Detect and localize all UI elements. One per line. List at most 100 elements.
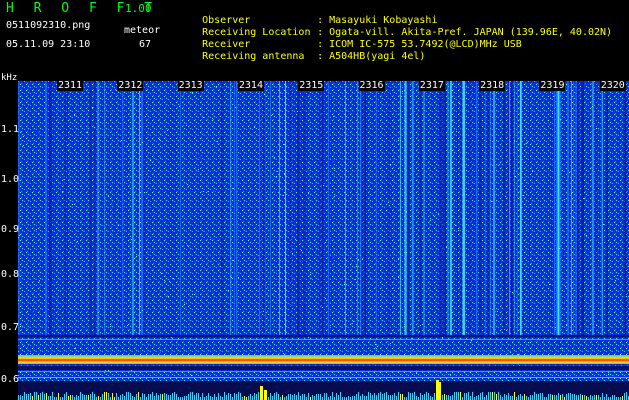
noise-pixel xyxy=(550,291,551,292)
noise-pixel xyxy=(512,292,513,293)
noise-pixel xyxy=(70,180,71,181)
noise-pixel xyxy=(402,294,403,295)
noise-pixel xyxy=(64,179,65,180)
noise-pixel xyxy=(122,136,123,137)
streak xyxy=(529,81,530,335)
streak xyxy=(557,81,558,335)
noise-pixel xyxy=(36,172,37,173)
power-bar xyxy=(38,395,39,400)
power-bar xyxy=(42,392,43,400)
noise-pixel xyxy=(40,150,41,151)
power-bar xyxy=(176,394,177,400)
power-bar xyxy=(138,392,139,400)
noise-pixel xyxy=(254,127,255,128)
noise-pixel xyxy=(589,306,590,307)
noise-pixel xyxy=(379,203,380,204)
noise-pixel xyxy=(26,328,27,329)
noise-pixel xyxy=(520,207,521,208)
noise-pixel xyxy=(23,145,24,146)
noise-pixel xyxy=(217,240,218,241)
noise-pixel xyxy=(94,127,95,128)
noise-pixel xyxy=(307,170,308,171)
power-bar xyxy=(422,395,423,400)
noise-pixel xyxy=(52,92,53,93)
noise-pixel xyxy=(406,211,407,212)
streak xyxy=(624,81,625,335)
x-tick-label: 2319 xyxy=(539,80,566,91)
noise-pixel xyxy=(499,148,500,149)
power-bar xyxy=(382,394,383,400)
noise-pixel xyxy=(430,220,431,221)
noise-pixel xyxy=(275,323,276,324)
noise-pixel xyxy=(187,187,188,188)
noise-pixel xyxy=(564,199,565,200)
noise-pixel xyxy=(450,233,451,234)
noise-pixel xyxy=(413,349,414,350)
power-bar xyxy=(476,396,477,400)
noise-pixel xyxy=(492,110,493,111)
noise-pixel xyxy=(553,96,554,97)
streak xyxy=(45,81,47,335)
power-bar xyxy=(256,394,257,400)
app-version: 1.00 xyxy=(125,2,152,15)
noise-pixel xyxy=(169,281,170,282)
noise-pixel xyxy=(396,114,397,115)
noise-pixel xyxy=(268,295,269,296)
noise-pixel xyxy=(160,352,161,353)
noise-pixel xyxy=(131,324,132,325)
noise-pixel xyxy=(370,324,371,325)
noise-pixel xyxy=(420,325,421,326)
power-bar xyxy=(594,395,595,400)
streak xyxy=(260,81,261,335)
noise-pixel xyxy=(438,214,439,215)
noise-pixel xyxy=(308,337,309,338)
power-bar xyxy=(408,392,409,400)
noise-pixel xyxy=(332,162,333,163)
noise-pixel xyxy=(280,93,281,94)
power-bar xyxy=(554,395,555,400)
power-bar xyxy=(386,392,387,400)
noise-pixel xyxy=(100,341,101,342)
noise-pixel xyxy=(562,254,563,255)
streak xyxy=(18,81,19,335)
power-bar xyxy=(602,393,603,400)
noise-pixel xyxy=(269,89,270,90)
noise-pixel xyxy=(21,131,22,132)
power-bar xyxy=(86,395,87,400)
streak xyxy=(376,81,377,335)
power-bar xyxy=(424,394,425,400)
noise-pixel xyxy=(23,136,24,137)
noise-pixel xyxy=(127,325,128,326)
power-bar xyxy=(394,393,395,400)
noise-pixel xyxy=(552,113,553,114)
noise-pixel xyxy=(84,177,85,178)
noise-pixel xyxy=(403,128,404,129)
noise-pixel xyxy=(39,280,40,281)
noise-pixel xyxy=(433,215,434,216)
noise-pixel xyxy=(292,253,293,254)
power-bar xyxy=(326,393,327,400)
noise-pixel xyxy=(186,334,187,335)
noise-pixel xyxy=(482,296,483,297)
noise-pixel xyxy=(364,315,365,316)
noise-pixel xyxy=(366,242,367,243)
streak xyxy=(263,81,265,335)
streak xyxy=(361,81,363,335)
streak xyxy=(460,81,462,335)
noise-pixel xyxy=(565,286,566,287)
noise-pixel xyxy=(370,277,371,278)
streak xyxy=(476,81,477,335)
noise-pixel xyxy=(108,196,109,197)
streak xyxy=(279,81,280,335)
y-tick-label: 0.9 xyxy=(1,224,20,235)
noise-pixel xyxy=(205,268,206,269)
noise-pixel xyxy=(362,259,363,260)
power-bar xyxy=(534,392,535,400)
noise-pixel xyxy=(226,142,227,143)
noise-pixel xyxy=(168,296,169,297)
noise-pixel xyxy=(389,258,390,259)
noise-pixel xyxy=(401,96,402,97)
noise-pixel xyxy=(258,99,259,100)
streak xyxy=(549,81,550,335)
power-bar xyxy=(552,395,553,400)
